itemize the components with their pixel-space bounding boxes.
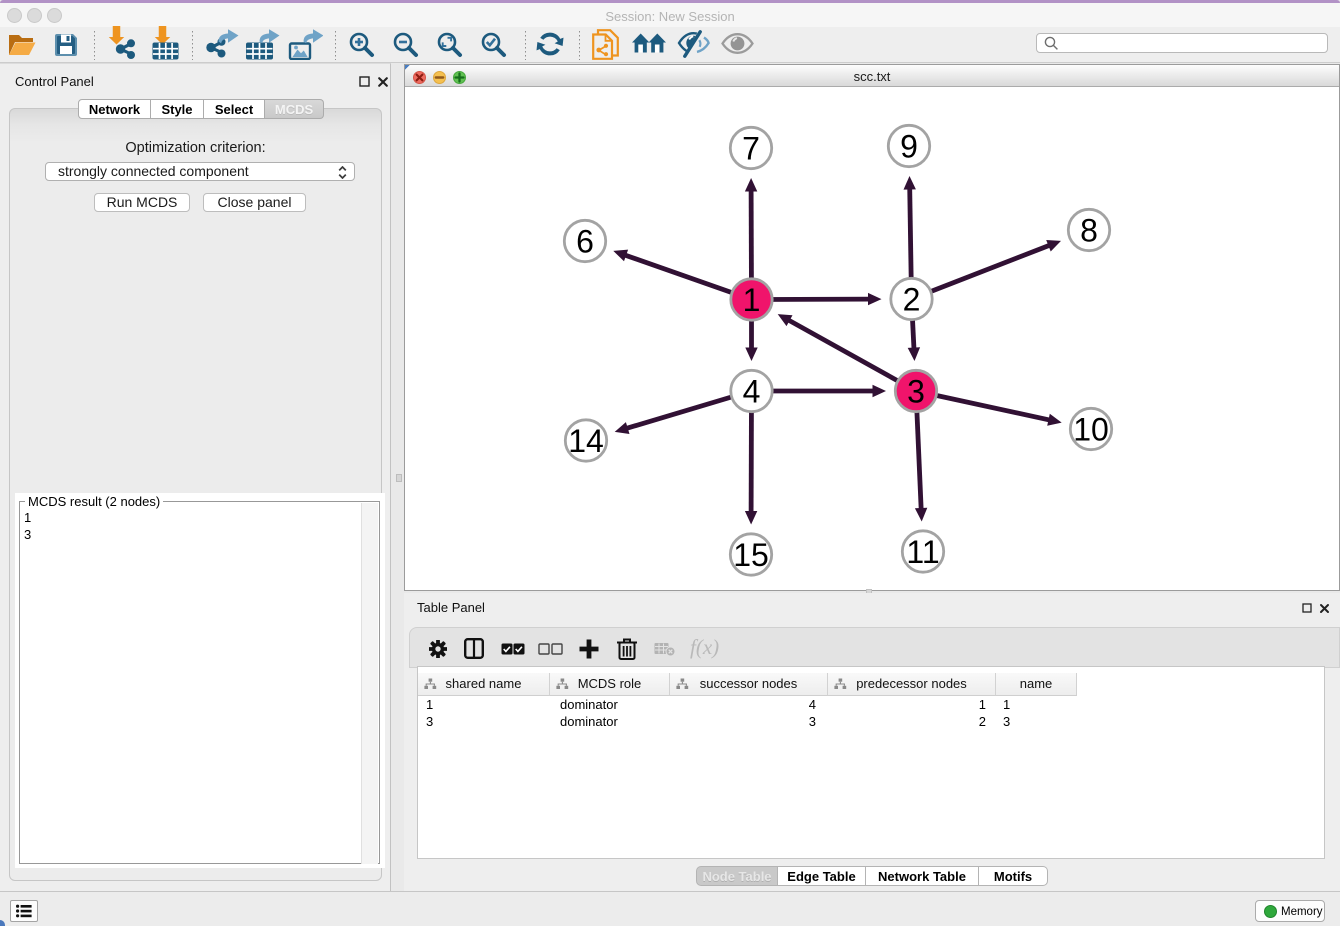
svg-text:3: 3 — [907, 374, 925, 410]
svg-text:7: 7 — [742, 131, 760, 167]
svg-text:1: 1 — [743, 282, 761, 318]
svg-text:10: 10 — [1073, 412, 1109, 448]
svg-text:8: 8 — [1080, 213, 1098, 249]
svg-text:14: 14 — [568, 423, 604, 459]
svg-text:4: 4 — [743, 374, 761, 410]
svg-text:2: 2 — [903, 282, 921, 318]
svg-text:6: 6 — [576, 224, 594, 260]
svg-text:15: 15 — [733, 537, 769, 573]
svg-text:9: 9 — [900, 129, 918, 165]
svg-text:11: 11 — [906, 534, 939, 570]
